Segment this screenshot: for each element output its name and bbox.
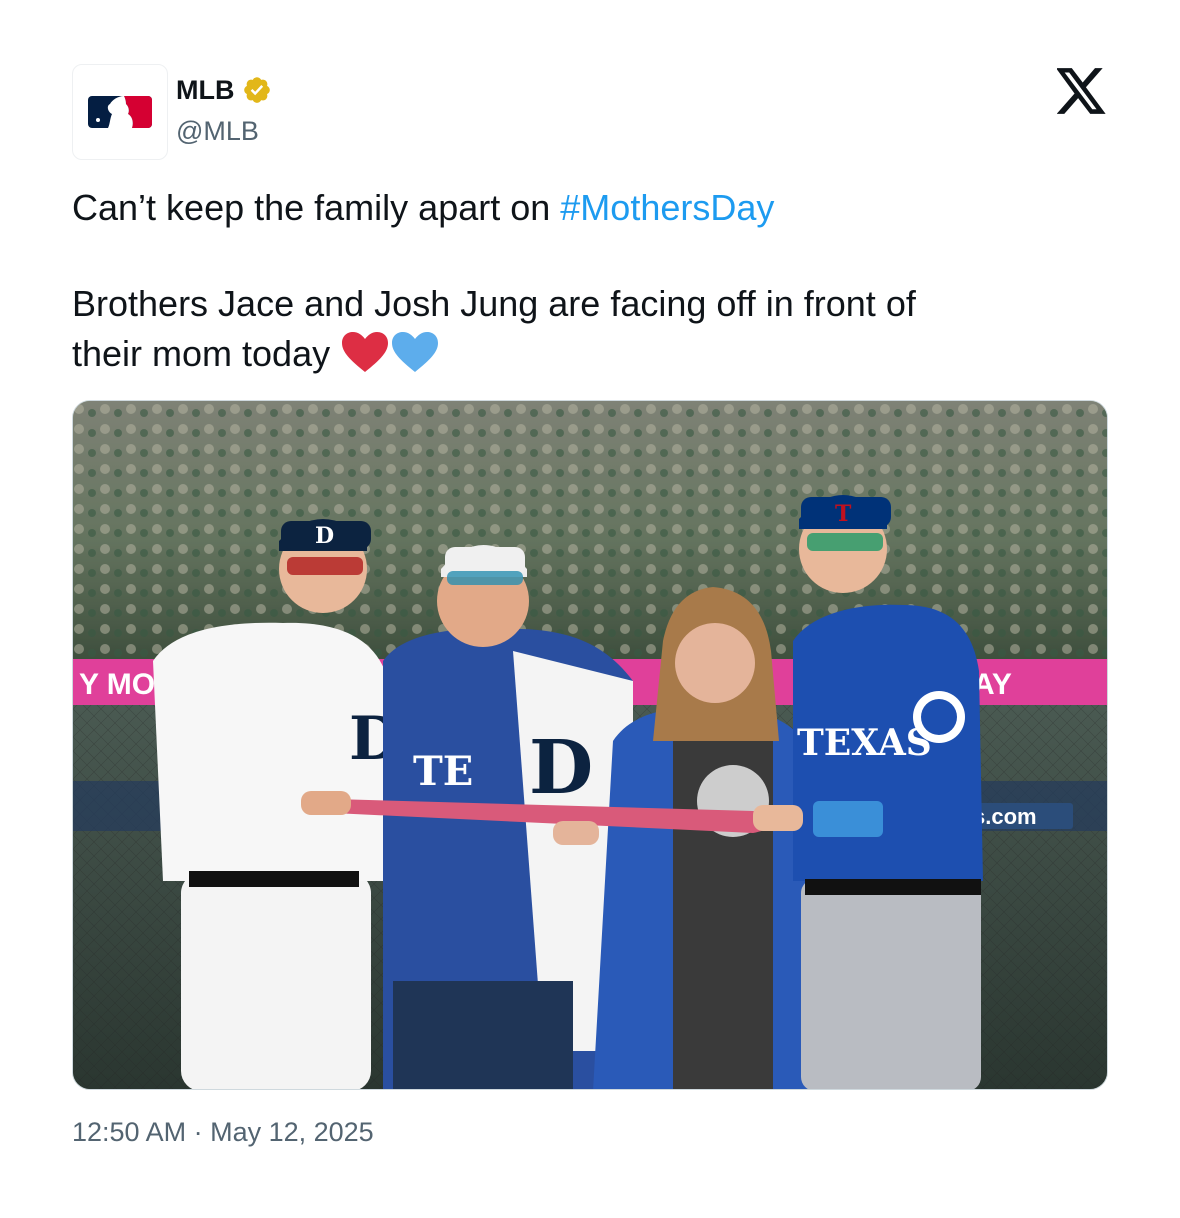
- family-photo-illustration: Y MOT AY s.com D D TE D T TEXAS: [73, 401, 1107, 1089]
- author-handle[interactable]: @MLB: [176, 116, 259, 147]
- mlb-logo-avatar[interactable]: [72, 64, 168, 160]
- author-name[interactable]: MLB: [176, 75, 234, 106]
- father-jersey-letters: TE: [413, 748, 473, 795]
- tweet-text-line-1: Can’t keep the family apart on #MothersD…: [72, 186, 774, 230]
- author-name-row[interactable]: MLB: [176, 72, 272, 108]
- x-logo-icon[interactable]: [1057, 68, 1107, 114]
- tweet-text-1: Can’t keep the family apart on: [72, 187, 561, 228]
- verified-badge-icon: [244, 77, 271, 103]
- tweet-text-line-2: Brothers Jace and Josh Jung are facing o…: [72, 283, 916, 324]
- sign-text: s.com: [973, 804, 1037, 829]
- father-jersey-d: D: [529, 725, 593, 811]
- red-heart-icon: [342, 332, 389, 372]
- tweet-timestamp[interactable]: 12:50 AM · May 12, 2025: [72, 1117, 374, 1148]
- blue-heart-icon: [392, 332, 439, 372]
- tweet-text-line-3: their mom today: [72, 330, 440, 376]
- tweet-text-3: their mom today: [72, 333, 341, 374]
- rangers-jersey-letters: TEXAS: [797, 722, 932, 764]
- tweet-photo[interactable]: Y MOT AY s.com D D TE D T TEXAS: [72, 400, 1108, 1090]
- hashtag-link[interactable]: #MothersDay: [560, 187, 774, 228]
- mlb-logo-icon: [88, 96, 152, 128]
- tigers-cap-letter: D: [315, 523, 334, 549]
- rangers-cap-letter: T: [835, 501, 852, 527]
